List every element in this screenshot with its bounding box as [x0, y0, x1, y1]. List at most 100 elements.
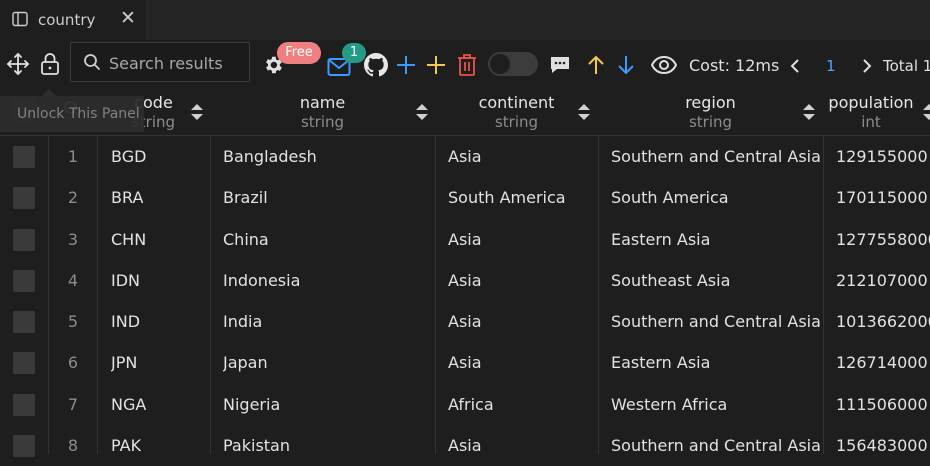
sort-icon[interactable]	[415, 102, 429, 122]
add-column-icon[interactable]	[425, 54, 447, 76]
search-icon	[84, 54, 100, 70]
cell-code[interactable]: NGA	[111, 384, 146, 425]
cell-region[interactable]: Southern and Central Asia	[611, 425, 821, 466]
cell-continent[interactable]: Asia	[448, 301, 482, 342]
query-cost: Cost: 12ms	[689, 56, 780, 75]
row-number: 3	[67, 230, 79, 249]
search-input[interactable]	[107, 49, 249, 77]
chevron-right-icon[interactable]	[861, 57, 873, 75]
chevron-left-icon[interactable]	[789, 57, 801, 75]
table-row[interactable]: 2 BRA Brazil South America South America…	[0, 177, 930, 218]
column-type: string	[300, 113, 345, 131]
cell-population[interactable]: 156483000	[836, 425, 928, 466]
sort-icon[interactable]	[577, 102, 591, 122]
row-number: 2	[67, 188, 79, 207]
column-header-region[interactable]: region string	[598, 88, 823, 135]
unlock-tooltip: Unlock This Panel	[0, 96, 144, 132]
column-name: name	[299, 93, 346, 112]
column-type: int	[861, 113, 881, 131]
cell-code[interactable]: IND	[111, 301, 140, 342]
column-header-continent[interactable]: continent string	[435, 88, 598, 135]
table-row[interactable]: 7 NGA Nigeria Africa Western Africa 1115…	[0, 384, 930, 425]
github-icon[interactable]	[364, 53, 388, 77]
tab-country[interactable]: country ✕	[0, 0, 147, 40]
cell-region[interactable]: Western Africa	[611, 384, 727, 425]
tooltip-arrow	[42, 89, 56, 96]
sort-icon[interactable]	[802, 102, 816, 122]
row-checkbox[interactable]	[13, 270, 35, 292]
table-row[interactable]: 1 BGD Bangladesh Asia Southern and Centr…	[0, 136, 930, 177]
column-name: population	[828, 93, 914, 112]
close-icon[interactable]: ✕	[120, 7, 136, 29]
sort-icon[interactable]	[190, 102, 204, 122]
cell-name[interactable]: India	[223, 301, 262, 342]
cell-code[interactable]: BRA	[111, 177, 143, 218]
cell-name[interactable]: Brazil	[223, 177, 268, 218]
table-row[interactable]: 3 CHN China Asia Eastern Asia 1277558000	[0, 219, 930, 260]
free-badge[interactable]: Free	[277, 42, 321, 64]
cell-region[interactable]: Southern and Central Asia	[611, 301, 821, 342]
lock-icon[interactable]	[39, 52, 61, 76]
row-checkbox[interactable]	[13, 229, 35, 251]
cell-continent[interactable]: Africa	[448, 384, 494, 425]
cell-name[interactable]: Pakistan	[223, 425, 290, 466]
cell-code[interactable]: CHN	[111, 219, 146, 260]
cell-name[interactable]: Indonesia	[223, 260, 300, 301]
row-checkbox[interactable]	[13, 352, 35, 374]
cell-region[interactable]: Eastern Asia	[611, 342, 710, 383]
cell-code[interactable]: PAK	[111, 425, 141, 466]
column-name: continent	[478, 93, 555, 112]
row-checkbox[interactable]	[13, 394, 35, 416]
cell-continent[interactable]: Asia	[448, 136, 482, 177]
search-box[interactable]	[70, 42, 250, 82]
arrow-down-icon[interactable]	[616, 54, 636, 76]
cell-name[interactable]: China	[223, 219, 269, 260]
results-table: code string name string continent string…	[0, 88, 930, 457]
sort-icon[interactable]	[922, 102, 930, 122]
cell-continent[interactable]: South America	[448, 177, 566, 218]
total-count: Total 1	[883, 57, 930, 75]
cell-population[interactable]: 1013662000	[836, 301, 930, 342]
cell-continent[interactable]: Asia	[448, 219, 482, 260]
cell-name[interactable]: Japan	[223, 342, 268, 383]
column-type: string	[494, 113, 539, 131]
eye-icon[interactable]	[650, 55, 678, 75]
cell-name[interactable]: Nigeria	[223, 384, 280, 425]
tab-title: country	[38, 11, 96, 29]
column-header-name[interactable]: name string	[210, 88, 435, 135]
row-number: 4	[67, 271, 79, 290]
cell-population[interactable]: 170115000	[836, 177, 928, 218]
table-row[interactable]: 8 PAK Pakistan Asia Southern and Central…	[0, 425, 930, 466]
toggle-switch[interactable]	[488, 52, 538, 76]
cell-code[interactable]: JPN	[111, 342, 137, 383]
table-row[interactable]: 4 IDN Indonesia Asia Southeast Asia 2121…	[0, 260, 930, 301]
cell-continent[interactable]: Asia	[448, 425, 482, 466]
comment-icon[interactable]	[549, 55, 571, 75]
row-checkbox[interactable]	[13, 311, 35, 333]
cell-code[interactable]: IDN	[111, 260, 140, 301]
cell-region[interactable]: Southern and Central Asia	[611, 136, 821, 177]
add-row-icon[interactable]	[395, 54, 417, 76]
row-checkbox[interactable]	[13, 187, 35, 209]
column-name: region	[685, 93, 736, 112]
table-row[interactable]: 5 IND India Asia Southern and Central As…	[0, 301, 930, 342]
cell-population[interactable]: 212107000	[836, 260, 928, 301]
cell-population[interactable]: 111506000	[836, 384, 928, 425]
cell-code[interactable]: BGD	[111, 136, 146, 177]
cell-population[interactable]: 1277558000	[836, 219, 930, 260]
arrow-up-icon[interactable]	[586, 54, 606, 76]
table-row[interactable]: 6 JPN Japan Asia Eastern Asia 126714000	[0, 342, 930, 383]
cell-region[interactable]: Eastern Asia	[611, 219, 710, 260]
cell-population[interactable]: 126714000	[836, 342, 928, 383]
cell-continent[interactable]: Asia	[448, 342, 482, 383]
cell-region[interactable]: South America	[611, 177, 729, 218]
cell-region[interactable]: Southeast Asia	[611, 260, 730, 301]
cell-continent[interactable]: Asia	[448, 260, 482, 301]
cell-name[interactable]: Bangladesh	[223, 136, 317, 177]
move-icon[interactable]	[6, 52, 30, 76]
row-checkbox[interactable]	[13, 146, 35, 168]
column-header-population[interactable]: population int	[823, 88, 919, 135]
trash-icon[interactable]	[456, 53, 478, 77]
current-page[interactable]: 1	[826, 57, 836, 75]
cell-population[interactable]: 129155000	[836, 136, 928, 177]
